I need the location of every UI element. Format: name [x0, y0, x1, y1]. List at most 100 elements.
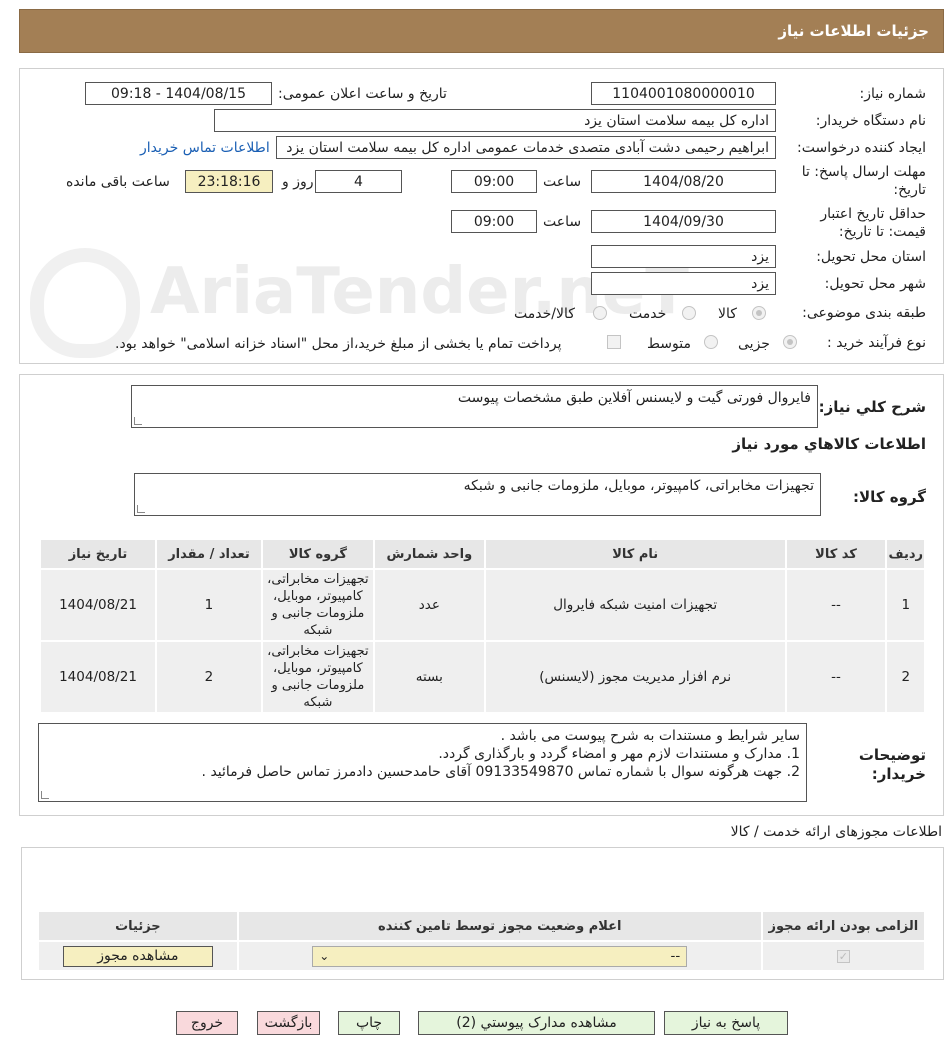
category-goods-label: کالا — [718, 306, 737, 322]
buyer-org-label: نام دستگاه خریدار: — [815, 113, 926, 129]
category-service-label: خدمت — [629, 306, 667, 322]
validity-date-field: 1404/09/30 — [591, 210, 776, 233]
description-text: فایروال فورتی گیت و لایسنس آفلاین طبق مش… — [457, 390, 811, 406]
col-header-required: الزامی بودن ارائه مجوز — [760, 910, 927, 942]
table-row: 2 -- نرم افزار مدیریت مجوز (لایسنس) بسته… — [39, 640, 926, 714]
description-textarea[interactable]: فایروال فورتی گیت و لایسنس آفلاین طبق مش… — [131, 385, 818, 428]
treasury-checkbox[interactable] — [607, 335, 621, 349]
announce-date-field: 1404/08/15 - 09:18 — [85, 82, 272, 105]
cell-group: تجهیزات مخابراتی، کامپیوتر، موبایل، ملزو… — [260, 640, 375, 714]
purchase-minor-radio[interactable] — [783, 335, 797, 349]
buyer-note-line: سایر شرایط و مستندات به شرح پیوست می باش… — [500, 728, 800, 744]
category-both-label: کالا/خدمت — [514, 306, 575, 322]
status-select-value: -- — [670, 948, 681, 964]
table-row: 1 -- تجهیزات امنیت شبکه فایروال عدد تجهی… — [39, 568, 926, 642]
purchase-medium-radio[interactable] — [704, 335, 718, 349]
city-label: شهر محل تحویل: — [824, 276, 926, 292]
purchase-type-label: نوع فرآیند خرید : — [827, 335, 926, 351]
goods-table: ردیف کد کالا نام کالا واحد شمارش گروه کا… — [39, 538, 926, 714]
cell-qty: 2 — [155, 640, 263, 714]
page-title: جزئیات اطلاعات نیاز — [778, 22, 929, 40]
buyer-org-field: اداره کل بیمه سلامت استان یزد — [214, 109, 776, 132]
cell-details: مشاهده مجوز — [37, 940, 239, 972]
deadline-label: مهلت ارسال پاسخ: تا — [801, 164, 926, 180]
status-select[interactable]: -- ⌄ — [312, 945, 688, 967]
back-button[interactable]: بازگشت — [257, 1011, 320, 1035]
cell-status: -- ⌄ — [236, 940, 763, 972]
cell-unit: بسته — [372, 640, 486, 714]
purchase-minor-label: جزیی — [738, 336, 770, 352]
cell-group: تجهیزات مخابراتی، کامپیوتر، موبایل، ملزو… — [260, 568, 375, 642]
validity-time-label: ساعت — [543, 214, 582, 230]
requester-field: ابراهیم رحیمی دشت آبادی متصدی خدمات عموم… — [276, 136, 776, 159]
announce-label: تاریخ و ساعت اعلان عمومی: — [278, 86, 447, 102]
col-header-code: کد کالا — [784, 538, 888, 570]
goods-group-text: تجهیزات مخابراتی، کامپیوتر، موبایل، ملزو… — [463, 478, 814, 494]
category-label: طبقه بندی موضوعی: — [802, 305, 926, 321]
description-label: شرح کلي نياز: — [818, 398, 926, 416]
cell-row-number: 2 — [885, 640, 926, 714]
chevron-down-icon: ⌄ — [319, 949, 330, 963]
category-service-radio[interactable] — [682, 306, 696, 320]
cell-required: ✓ — [760, 940, 927, 972]
cell-row-number: 1 — [885, 568, 926, 642]
resize-grip-icon[interactable] — [41, 791, 49, 799]
exit-button[interactable]: خروج — [176, 1011, 238, 1035]
buyer-notes-textarea[interactable]: سایر شرایط و مستندات به شرح پیوست می باش… — [38, 723, 807, 802]
col-header-qty: تعداد / مقدار — [155, 538, 263, 570]
buyer-notes-label-2: خریدار: — [871, 765, 926, 783]
cell-code: -- — [784, 640, 888, 714]
cell-date: 1404/08/21 — [39, 640, 157, 714]
attachments-button[interactable]: مشاهده مدارک پیوستي (2) — [418, 1011, 655, 1035]
col-header-status: اعلام وضعیت مجوز توسط تامین کننده — [236, 910, 763, 942]
col-header-row: ردیف — [885, 538, 926, 570]
col-header-group: گروه کالا — [260, 538, 375, 570]
category-both-radio[interactable] — [593, 306, 607, 320]
remaining-time-field: 23:18:16 — [185, 170, 273, 193]
page-header: جزئیات اطلاعات نیاز — [19, 9, 944, 53]
col-header-details: جزئیات — [37, 910, 239, 942]
need-number-field: 1104001080000010 — [591, 82, 776, 105]
resize-grip-icon[interactable] — [134, 417, 142, 425]
cell-name: تجهیزات امنیت شبکه فایروال — [483, 568, 787, 642]
requester-label: ایجاد کننده درخواست: — [797, 140, 926, 156]
validity-label-2: قیمت: تا تاریخ: — [838, 224, 926, 240]
days-remaining-field: 4 — [315, 170, 402, 193]
required-checkbox-icon: ✓ — [836, 950, 850, 963]
province-label: استان محل تحویل: — [816, 249, 926, 265]
need-number-label: شماره نیاز: — [859, 86, 927, 102]
col-header-name: نام کالا — [483, 538, 787, 570]
category-goods-radio[interactable] — [752, 306, 766, 320]
deadline-time-field: 09:00 — [451, 170, 537, 193]
validity-label: حداقل تاریخ اعتبار — [820, 206, 926, 222]
buyer-notes-label: توضیحات — [858, 746, 926, 764]
remaining-label: ساعت باقی مانده — [66, 174, 170, 190]
cell-date: 1404/08/21 — [39, 568, 157, 642]
province-field: یزد — [591, 245, 776, 268]
permits-title: اطلاعات مجوزهای ارائه خدمت / کالا — [730, 824, 942, 840]
validity-time-field: 09:00 — [451, 210, 537, 233]
goods-group-label: گروه کالا: — [853, 488, 926, 506]
purchase-medium-label: متوسط — [647, 336, 691, 352]
goods-group-textarea[interactable]: تجهیزات مخابراتی، کامپیوتر، موبایل، ملزو… — [134, 473, 821, 516]
goods-section-title: اطلاعات کالاهاي مورد نياز — [732, 435, 926, 453]
col-header-date: تاریخ نیاز — [39, 538, 157, 570]
cell-unit: عدد — [372, 568, 486, 642]
days-label: روز و — [282, 174, 314, 190]
deadline-label-2: تاریخ: — [893, 182, 926, 198]
goods-table-header: ردیف کد کالا نام کالا واحد شمارش گروه کا… — [39, 538, 926, 570]
buyer-contact-link[interactable]: اطلاعات تماس خریدار — [140, 140, 270, 156]
col-header-unit: واحد شمارش — [372, 538, 486, 570]
resize-grip-icon[interactable] — [137, 505, 145, 513]
cell-name: نرم افزار مدیریت مجوز (لایسنس) — [483, 640, 787, 714]
permits-table: الزامی بودن ارائه مجوز اعلام وضعیت مجوز … — [37, 910, 927, 972]
deadline-time-label: ساعت — [543, 174, 582, 190]
print-button[interactable]: چاپ — [338, 1011, 400, 1035]
reply-button[interactable]: پاسخ به نیاز — [664, 1011, 788, 1035]
treasury-note: پرداخت تمام یا بخشی از مبلغ خرید،از محل … — [115, 336, 562, 352]
view-permit-button[interactable]: مشاهده مجوز — [62, 945, 213, 967]
buyer-note-line: 2. جهت هرگونه سوال با شماره تماس 0913354… — [201, 764, 800, 780]
cell-code: -- — [784, 568, 888, 642]
city-field: یزد — [591, 272, 776, 295]
cell-qty: 1 — [155, 568, 263, 642]
